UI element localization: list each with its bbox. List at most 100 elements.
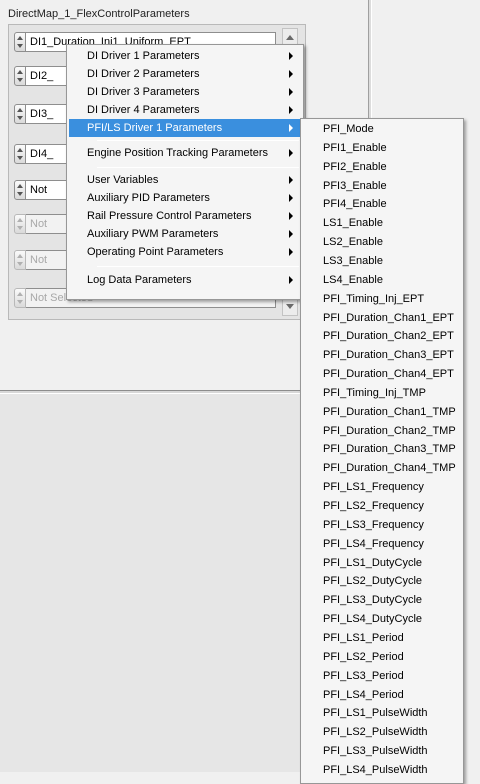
submenu-item[interactable]: PFI4_Enable: [303, 195, 461, 213]
submenu-item-label: PFI_LS3_Period: [323, 669, 404, 682]
submenu-item[interactable]: PFI1_Enable: [303, 139, 461, 157]
increment-decrement-icon[interactable]: [14, 180, 26, 200]
submenu-item-label: PFI_Duration_Chan1_TMP: [323, 405, 456, 418]
submenu-item-label: PFI_LS1_DutyCycle: [323, 556, 423, 569]
submenu-arrow-icon: [289, 276, 293, 284]
increment-decrement-icon[interactable]: [14, 144, 26, 164]
submenu-item[interactable]: PFI_Duration_Chan1_EPT: [303, 309, 461, 327]
menu-item[interactable]: Log Data Parameters: [69, 271, 301, 289]
submenu-item[interactable]: PFI_Duration_Chan4_TMP: [303, 459, 461, 477]
increment-decrement-icon[interactable]: [14, 104, 26, 124]
submenu-item-label: PFI1_Enable: [323, 141, 387, 154]
submenu-item[interactable]: PFI_Mode: [303, 120, 461, 138]
submenu-item[interactable]: PFI_LS1_PulseWidth: [303, 704, 461, 722]
menu-item[interactable]: User Variables: [69, 171, 301, 189]
submenu-item[interactable]: LS3_Enable: [303, 252, 461, 270]
submenu-item[interactable]: PFI_LS1_Frequency: [303, 478, 461, 496]
submenu-item-label: PFI_LS3_PulseWidth: [323, 745, 428, 758]
menu-item[interactable]: Auxiliary PWM Parameters: [69, 225, 301, 243]
submenu-item[interactable]: PFI3_Enable: [303, 177, 461, 195]
submenu-arrow-icon: [289, 149, 293, 157]
menu-item[interactable]: DI Driver 3 Parameters: [69, 83, 301, 101]
menu-item-label: DI Driver 3 Parameters: [87, 86, 200, 98]
submenu-item[interactable]: PFI_LS4_DutyCycle: [303, 610, 461, 628]
lower-panel: [0, 394, 300, 772]
submenu-item[interactable]: PFI_Duration_Chan3_EPT: [303, 346, 461, 364]
menu-item-label: Auxiliary PID Parameters: [87, 192, 210, 204]
menu-item[interactable]: Engine Position Tracking Parameters: [69, 144, 301, 162]
increment-decrement-icon[interactable]: [14, 66, 26, 86]
panel-title: DirectMap_1_FlexControlParameters: [8, 8, 190, 20]
submenu-item[interactable]: PFI_LS3_Frequency: [303, 516, 461, 534]
submenu-item[interactable]: PFI_Duration_Chan1_TMP: [303, 403, 461, 421]
submenu-item-label: PFI_LS1_Frequency: [323, 481, 424, 494]
submenu-item[interactable]: LS4_Enable: [303, 271, 461, 289]
submenu-arrow-icon: [289, 212, 293, 220]
menu-item-label: Auxiliary PWM Parameters: [87, 228, 219, 240]
menu-item-label: DI Driver 2 Parameters: [87, 68, 200, 80]
menu-item-label: User Variables: [87, 174, 159, 186]
submenu-item-label: PFI_LS3_DutyCycle: [323, 594, 423, 607]
submenu-item[interactable]: PFI_LS2_DutyCycle: [303, 572, 461, 590]
menu-item[interactable]: Rail Pressure Control Parameters: [69, 207, 301, 225]
submenu-item[interactable]: PFI_LS2_PulseWidth: [303, 723, 461, 741]
submenu-item-label: PFI_LS4_PulseWidth: [323, 763, 428, 776]
submenu-item[interactable]: PFI_Duration_Chan2_EPT: [303, 327, 461, 345]
increment-decrement-icon[interactable]: [14, 288, 26, 308]
submenu-item[interactable]: PFI_Duration_Chan3_TMP: [303, 440, 461, 458]
submenu-item[interactable]: PFI_LS3_PulseWidth: [303, 742, 461, 760]
submenu-arrow-icon: [289, 230, 293, 238]
submenu-arrow-icon: [289, 194, 293, 202]
submenu-arrow-icon: [289, 70, 293, 78]
menu-item[interactable]: Operating Point Parameters: [69, 243, 301, 261]
submenu-item[interactable]: PFI_LS3_DutyCycle: [303, 591, 461, 609]
submenu-item[interactable]: PFI_LS3_Period: [303, 667, 461, 685]
menu-item[interactable]: PFI/LS Driver 1 Parameters: [69, 119, 301, 137]
submenu-item-label: PFI_LS2_Period: [323, 650, 404, 663]
increment-decrement-icon[interactable]: [14, 250, 26, 270]
submenu-item-label: PFI_Duration_Chan3_TMP: [323, 443, 456, 456]
menu-item-label: Log Data Parameters: [87, 274, 192, 286]
submenu-item-label: PFI_LS2_PulseWidth: [323, 726, 428, 739]
menu-item[interactable]: DI Driver 2 Parameters: [69, 65, 301, 83]
submenu-item-label: PFI_LS1_Period: [323, 631, 404, 644]
scroll-up-arrow-icon[interactable]: [286, 35, 294, 40]
submenu-item[interactable]: PFI_LS1_Period: [303, 629, 461, 647]
submenu-arrow-icon: [289, 248, 293, 256]
submenu-item[interactable]: LS1_Enable: [303, 214, 461, 232]
submenu-item[interactable]: PFI_Duration_Chan2_TMP: [303, 422, 461, 440]
submenu-item-label: PFI_Duration_Chan2_TMP: [323, 424, 456, 437]
submenu-item-label: PFI_LS2_Frequency: [323, 500, 424, 512]
menu-item-label: Engine Position Tracking Parameters: [87, 147, 268, 159]
increment-decrement-icon[interactable]: [14, 214, 26, 234]
submenu-item-label: PFI2_Enable: [323, 160, 387, 173]
submenu-item[interactable]: PFI_Timing_Inj_EPT: [303, 290, 461, 308]
submenu-arrow-icon: [289, 88, 293, 96]
submenu-item[interactable]: PFI_LS4_Period: [303, 686, 461, 704]
menu-item[interactable]: DI Driver 4 Parameters: [69, 101, 301, 119]
submenu-item[interactable]: PFI_LS2_Period: [303, 648, 461, 666]
menu-item[interactable]: Auxiliary PID Parameters: [69, 189, 301, 207]
submenu-item-label: PFI_LS3_Frequency: [323, 518, 424, 531]
submenu-item[interactable]: PFI_LS4_Frequency: [303, 535, 461, 553]
submenu-item[interactable]: PFI_LS4_PulseWidth: [303, 761, 461, 779]
submenu-item-label: LS2_Enable: [323, 236, 383, 249]
submenu-item[interactable]: PFI_Timing_Inj_TMP: [303, 384, 461, 402]
submenu-item[interactable]: PFI_Duration_Chan4_EPT: [303, 365, 461, 383]
menu-item-label: PFI/LS Driver 1 Parameters: [87, 122, 223, 134]
increment-decrement-icon[interactable]: [14, 32, 26, 52]
submenu-item-label: PFI_Duration_Chan1_EPT: [323, 311, 454, 324]
submenu-item-label: PFI_Duration_Chan4_EPT: [323, 368, 454, 381]
menu-item[interactable]: DI Driver 1 Parameters: [69, 47, 301, 65]
submenu-item-label: PFI_Timing_Inj_EPT: [323, 292, 425, 305]
submenu-item-label: PFI_Duration_Chan3_EPT: [323, 349, 454, 362]
parameter-category-menu: DI Driver 1 Parameters DI Driver 2 Parame…: [66, 44, 304, 300]
submenu-item[interactable]: PFI_LS1_DutyCycle: [303, 554, 461, 572]
submenu-arrow-icon: [289, 176, 293, 184]
submenu-item[interactable]: LS2_Enable: [303, 233, 461, 251]
submenu-arrow-icon: [289, 106, 293, 114]
submenu-item[interactable]: PFI_LS2_Frequency: [303, 497, 461, 515]
scroll-down-arrow-icon[interactable]: [286, 304, 294, 309]
submenu-item[interactable]: PFI2_Enable: [303, 158, 461, 176]
vertical-splitter[interactable]: [368, 0, 372, 120]
